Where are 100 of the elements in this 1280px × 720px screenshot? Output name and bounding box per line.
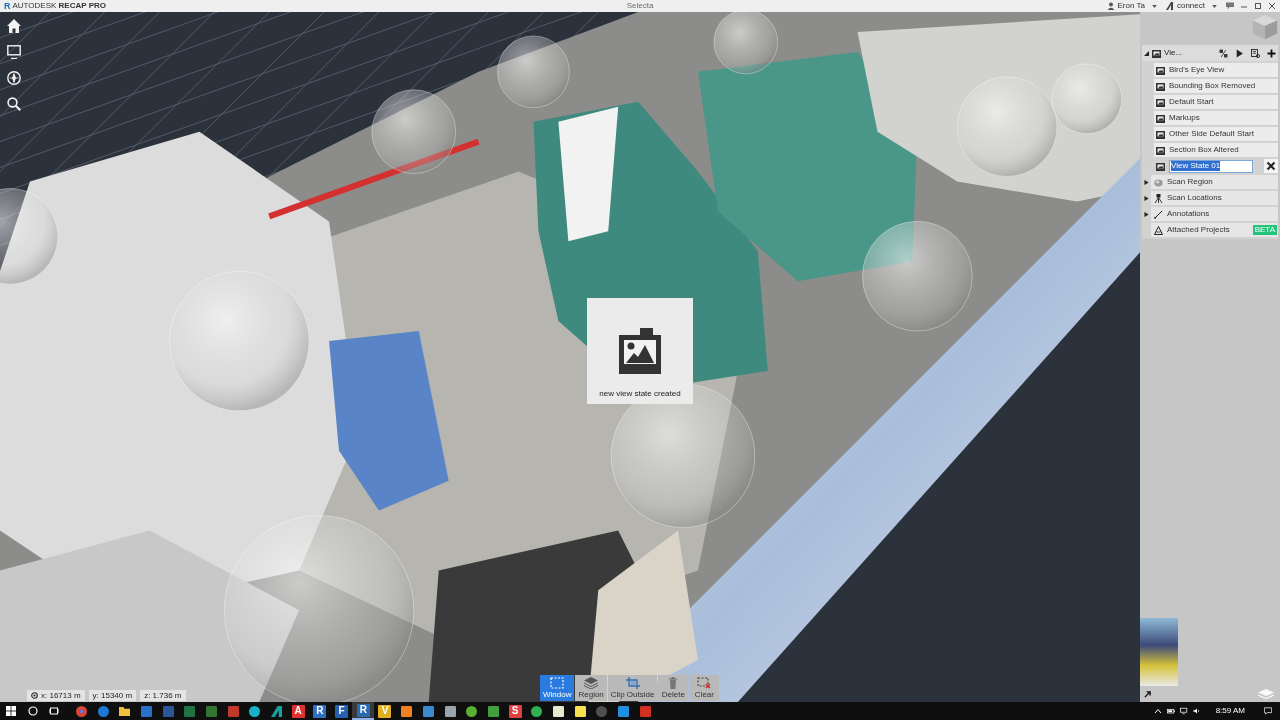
search-icon[interactable] (27, 706, 38, 716)
app-tile-icon[interactable] (487, 705, 499, 717)
photo-placeholder[interactable] (1140, 618, 1178, 686)
arrow-icon[interactable] (1144, 690, 1151, 698)
app-tile-icon[interactable] (184, 705, 196, 717)
app-tile-icon[interactable] (618, 705, 630, 717)
monitor-icon[interactable] (1179, 707, 1188, 715)
view-state-item[interactable]: Section Box Altered (1154, 143, 1278, 157)
app-tile-icon[interactable] (574, 705, 586, 717)
triangle-app-icon[interactable] (271, 705, 283, 717)
caret-up-icon[interactable] (1153, 707, 1162, 715)
view-state-name: Bounding Box Removed (1169, 81, 1256, 91)
app-button[interactable]: R (356, 703, 370, 717)
document-title: Selecta (626, 1, 654, 11)
notification-icon[interactable] (1264, 707, 1272, 715)
navigator-section[interactable]: Annotations (1151, 207, 1278, 221)
image-icon (1156, 129, 1165, 139)
maximize-icon[interactable] (1254, 2, 1262, 10)
section-label: Attached Projects (1167, 225, 1230, 235)
image-icon (1156, 113, 1165, 123)
scan-location-sphere[interactable] (497, 35, 570, 109)
folder-icon[interactable] (119, 705, 131, 717)
close-icon[interactable] (1268, 2, 1276, 10)
view-state-item[interactable]: Bounding Box Removed (1154, 79, 1278, 93)
caret-icon[interactable] (1151, 4, 1157, 8)
selection-tool-button[interactable]: Region (575, 675, 607, 701)
view-state-item[interactable]: Other Side Default Start (1154, 127, 1278, 141)
view-state-item[interactable]: Markups (1154, 111, 1278, 125)
app-tile-icon[interactable] (205, 705, 217, 717)
coordinate-text: z: 1.736 m (144, 690, 182, 701)
navigator-section[interactable]: Scan Locations (1151, 191, 1278, 205)
monitor-icon[interactable] (7, 45, 21, 59)
app-button[interactable]: A (291, 704, 305, 718)
user-icon[interactable] (1106, 2, 1115, 10)
clear-selection-icon (697, 677, 712, 689)
round-app-icon[interactable] (531, 705, 543, 717)
windows-logo-icon[interactable] (6, 706, 16, 716)
search-icon[interactable] (7, 97, 21, 111)
round-app-icon[interactable] (249, 705, 261, 717)
task-view-icon[interactable] (49, 706, 59, 716)
triangle-logo-icon (1165, 2, 1174, 10)
coordinate-text: y: 15340 m (92, 690, 133, 701)
dashed-rectangle-icon (550, 677, 565, 689)
layers-icon (584, 677, 599, 689)
app-button[interactable]: R (313, 704, 327, 718)
add-icon[interactable] (1267, 48, 1276, 58)
play-icon[interactable] (1235, 48, 1244, 58)
image-icon (1156, 145, 1165, 155)
view-state-name-field[interactable]: View State 01 (1169, 159, 1253, 173)
view-state-item[interactable]: Bird's Eye View (1154, 63, 1278, 77)
app-button[interactable]: S (508, 704, 522, 718)
view-state-name: Default Start (1169, 97, 1214, 107)
navigator-section[interactable]: Scan Region (1151, 175, 1278, 189)
close-icon[interactable] (1264, 159, 1278, 173)
selection-tool-button[interactable]: Clip Outside (607, 675, 658, 701)
caret-icon[interactable] (1212, 4, 1217, 8)
service-name[interactable]: connect (1176, 1, 1205, 11)
selection-tool-button[interactable]: Window (540, 675, 575, 701)
notification-message: new view state created (599, 389, 681, 399)
view-state-item[interactable]: Default Start (1154, 95, 1278, 109)
app-tile-icon[interactable] (162, 705, 174, 717)
beta-badge: BETA (1252, 225, 1277, 235)
image-icon (1156, 65, 1165, 75)
app-tile-icon[interactable] (639, 705, 651, 717)
section-label: Annotations (1167, 209, 1210, 219)
crop-icon (625, 677, 640, 689)
app-tile-icon[interactable] (401, 705, 413, 717)
document-icon[interactable] (1251, 48, 1260, 58)
app-tile-icon[interactable] (227, 705, 239, 717)
scan-location-sphere[interactable] (371, 89, 457, 175)
product-name: AUTODESK RECAP PRO (12, 1, 106, 11)
image-icon (619, 328, 661, 374)
round-app-icon[interactable] (75, 705, 87, 717)
panel-title: Vie... (1164, 48, 1183, 58)
expand-triangle-icon[interactable] (1144, 211, 1149, 217)
navigator-section[interactable]: Attached Projects BETA (1151, 223, 1278, 237)
app-tile-icon[interactable] (444, 705, 456, 717)
home-icon[interactable] (7, 19, 21, 33)
tripod-icon (1154, 193, 1163, 203)
expand-triangle-icon[interactable] (1144, 195, 1149, 201)
percent-icon[interactable] (1219, 48, 1228, 58)
line-tool-icon (1154, 209, 1163, 219)
section-label: Scan Region (1167, 177, 1213, 187)
expand-triangle-icon[interactable] (1144, 179, 1149, 185)
user-name[interactable]: Eron Ta (1117, 1, 1145, 11)
round-app-icon[interactable] (97, 705, 109, 717)
round-app-icon[interactable] (466, 705, 478, 717)
speaker-icon[interactable] (1192, 707, 1201, 715)
selection-tool-button[interactable]: Delete (658, 675, 689, 701)
battery-icon[interactable] (1166, 707, 1175, 715)
selection-tool-button[interactable]: Clear (689, 675, 720, 701)
clock-time[interactable]: 8:59 AM (1215, 706, 1245, 716)
app-logo: R (4, 1, 11, 11)
expand-triangle-icon[interactable] (1144, 50, 1149, 56)
app-tile-icon[interactable] (140, 705, 152, 717)
app-tile-icon[interactable] (552, 705, 564, 717)
app-button[interactable]: F (335, 704, 349, 718)
app-tile-icon[interactable] (422, 705, 434, 717)
chat-icon[interactable] (1226, 2, 1234, 10)
compass-icon[interactable] (7, 71, 21, 85)
